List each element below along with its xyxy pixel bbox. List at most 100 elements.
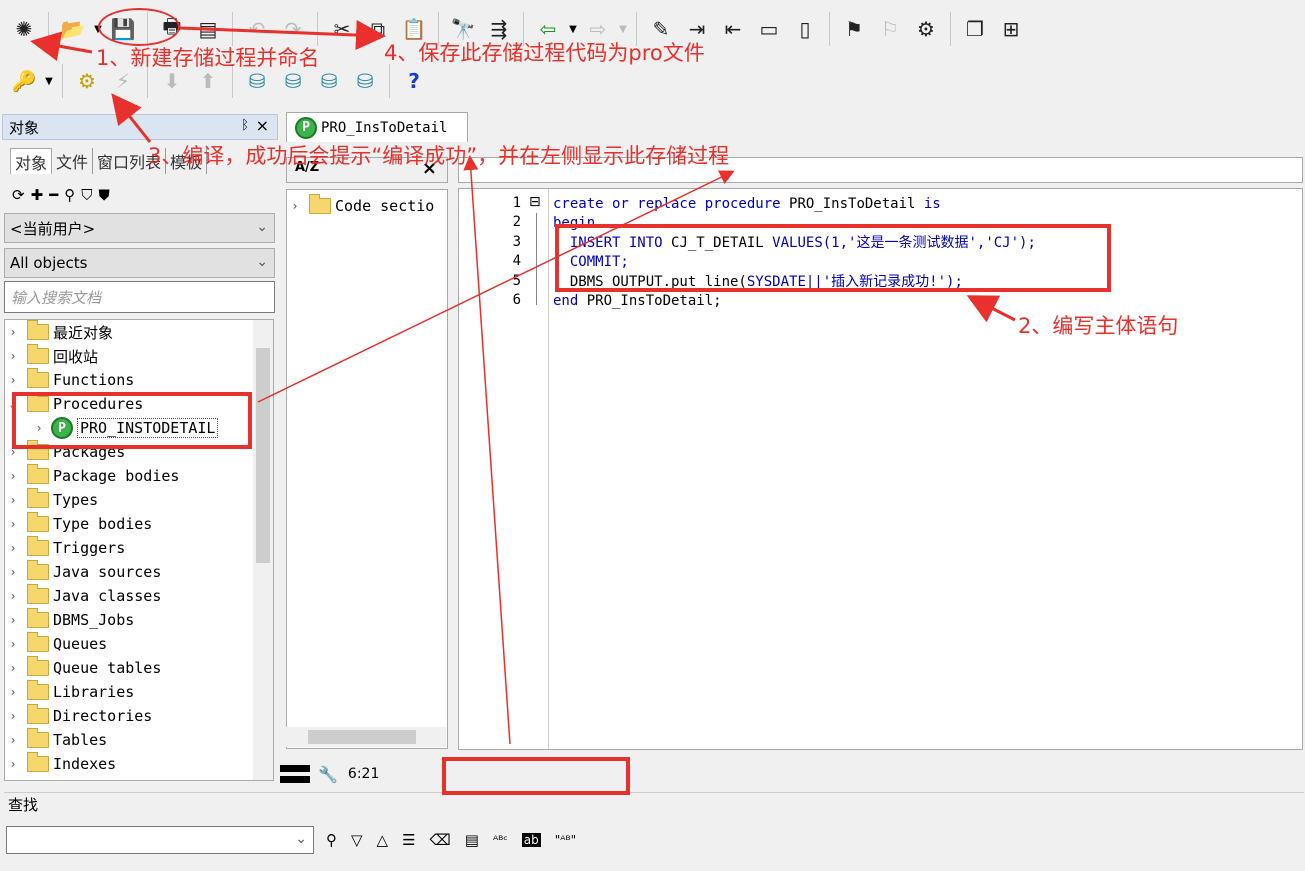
chevron-right-icon[interactable]: › — [5, 373, 21, 387]
code-line: end PRO_InsToDetail; — [553, 292, 1036, 311]
annotation-step-3: 3、编译，成功后会提示“编译成功”，并在左侧显示此存储过程 — [148, 144, 730, 168]
toolbar-separator — [232, 12, 233, 46]
tree-item-label: Triggers — [53, 539, 126, 557]
user-combo[interactable]: <当前用户> ⌄ — [4, 213, 275, 243]
back-dropdown-icon[interactable]: ▼ — [566, 24, 580, 35]
tree-item[interactable]: › Package bodies — [5, 464, 273, 488]
clear-highlight-icon[interactable]: ⌫ — [430, 831, 451, 849]
chevron-down-icon[interactable]: ⌄ — [295, 831, 307, 847]
tree-item[interactable]: › Functions — [5, 368, 273, 392]
chevron-right-icon[interactable]: › — [5, 565, 21, 579]
outdent-icon[interactable]: ⇤ — [715, 11, 751, 47]
chevron-right-icon[interactable]: › — [5, 613, 21, 627]
objects-combo-value: All objects — [10, 254, 88, 272]
tree-item[interactable]: › Tables — [5, 728, 273, 752]
tree-scrollbar[interactable] — [253, 320, 273, 780]
tree-item-label: Indexes — [53, 755, 117, 773]
pin-icon[interactable]: ᛒ — [241, 118, 249, 133]
search-input[interactable]: 输入搜索文档 — [4, 281, 275, 313]
chevron-right-icon[interactable]: › — [5, 661, 21, 675]
tree-item[interactable]: › 最近对象 — [5, 320, 273, 344]
tab-files[interactable]: 文件 — [52, 148, 94, 174]
tree-item[interactable]: › Triggers — [5, 536, 273, 560]
tree-item[interactable]: › 回收站 — [5, 344, 273, 368]
forward-dropdown-icon[interactable]: ▼ — [616, 24, 630, 35]
chevron-down-icon[interactable]: ⌄ — [256, 254, 268, 270]
annotation-box-status — [442, 757, 630, 795]
add-icon[interactable]: ✚ — [31, 186, 44, 204]
chevron-right-icon[interactable]: › — [5, 589, 21, 603]
horizontal-scrollbar[interactable] — [286, 727, 446, 747]
uncomment-icon[interactable]: ▯ — [787, 11, 823, 47]
tree-item[interactable]: › Java classes — [5, 584, 273, 608]
chevron-right-icon[interactable]: › — [5, 349, 21, 363]
find-binoculars-icon[interactable]: ⚲ — [326, 831, 337, 849]
scrollbar-thumb[interactable] — [256, 348, 270, 563]
new-icon[interactable]: ✺ — [6, 11, 42, 47]
editor-tab[interactable]: P PRO_InsToDetail — [286, 112, 468, 142]
regex-icon[interactable]: "ᴬᴮ" — [555, 833, 576, 847]
chevron-right-icon[interactable]: › — [5, 637, 21, 651]
tree-item[interactable]: › DBMS_Jobs — [5, 608, 273, 632]
tree-item[interactable]: › Indexes — [5, 752, 273, 776]
chevron-right-icon[interactable]: › — [5, 757, 21, 771]
find-input[interactable]: ⌄ — [6, 826, 314, 854]
scrollbar-thumb[interactable] — [308, 730, 416, 744]
chevron-right-icon[interactable]: › — [5, 685, 21, 699]
selection-only-icon[interactable]: ▤ — [465, 831, 479, 849]
chevron-right-icon[interactable]: › — [287, 199, 303, 213]
toolbar-separator — [48, 12, 49, 46]
chevron-right-icon[interactable]: › — [5, 517, 21, 531]
tree-item[interactable]: › Queues — [5, 632, 273, 656]
tile-windows-icon[interactable]: ⊞ — [993, 11, 1029, 47]
comment-icon[interactable]: ▭ — [751, 11, 787, 47]
tree-item[interactable]: › Code sectio — [287, 194, 447, 218]
highlight-all-icon[interactable]: ☰ — [402, 831, 415, 849]
folder-icon — [27, 656, 49, 676]
breakpoint-icon[interactable]: ⚑ — [836, 11, 872, 47]
line-number: 3 — [512, 234, 521, 250]
panel-title: 对象 — [9, 118, 40, 137]
find-next-icon[interactable]: ▽ — [351, 831, 363, 849]
find-object-icon[interactable]: ⚲ — [64, 186, 75, 204]
open-folder-icon[interactable]: 📂 — [55, 11, 91, 47]
tab-objects[interactable]: 对象 — [10, 148, 53, 174]
key-dropdown-icon[interactable]: ▼ — [42, 76, 56, 87]
tree-item[interactable]: › Directories — [5, 704, 273, 728]
help-icon[interactable]: ? — [396, 63, 432, 99]
fold-icon[interactable]: ⊟ — [529, 194, 541, 210]
match-case-icon[interactable]: ᴬᴮᶜ — [493, 833, 508, 847]
chevron-down-icon[interactable]: ⌄ — [256, 219, 268, 235]
database-refresh-icon[interactable]: ⛁ — [347, 63, 383, 99]
tree-item-label: 回收站 — [53, 347, 99, 366]
filter-icon[interactable]: ⛉ — [81, 186, 92, 204]
folder-icon — [27, 560, 49, 580]
chevron-right-icon[interactable]: › — [5, 469, 21, 483]
tree-item[interactable]: › Types — [5, 488, 273, 512]
refresh-icon[interactable]: ⟳ — [12, 186, 25, 204]
objects-combo[interactable]: All objects ⌄ — [4, 248, 275, 278]
tree-item[interactable]: › Queue tables — [5, 656, 273, 680]
step-icon[interactable]: ⚐ — [872, 11, 908, 47]
cut-icon[interactable]: ✂ — [324, 11, 360, 47]
remove-icon[interactable]: ━ — [49, 186, 58, 204]
tree-item[interactable]: › Java sources — [5, 560, 273, 584]
find-previous-icon[interactable]: △ — [377, 831, 389, 849]
whole-word-icon[interactable]: ab — [521, 833, 541, 847]
chevron-right-icon[interactable]: › — [5, 493, 21, 507]
filter-edit-icon[interactable]: ⛊ — [98, 186, 109, 204]
cascade-windows-icon[interactable]: ❐ — [957, 11, 993, 47]
key-icon[interactable]: 🔑 — [6, 63, 42, 99]
chevron-right-icon[interactable]: › — [5, 541, 21, 555]
tree-item[interactable]: › Type bodies — [5, 512, 273, 536]
annotation-box-code — [555, 224, 1111, 292]
debug-icon[interactable]: ⚙ — [908, 11, 944, 47]
chevron-right-icon[interactable]: › — [5, 709, 21, 723]
folder-icon — [27, 344, 49, 364]
wrench-icon[interactable]: 🔧 — [318, 765, 338, 784]
close-icon[interactable]: × — [256, 116, 269, 135]
chevron-right-icon[interactable]: › — [5, 325, 21, 339]
tree-item[interactable]: › Libraries — [5, 680, 273, 704]
split-view-icon[interactable] — [280, 765, 310, 783]
chevron-right-icon[interactable]: › — [5, 733, 21, 747]
